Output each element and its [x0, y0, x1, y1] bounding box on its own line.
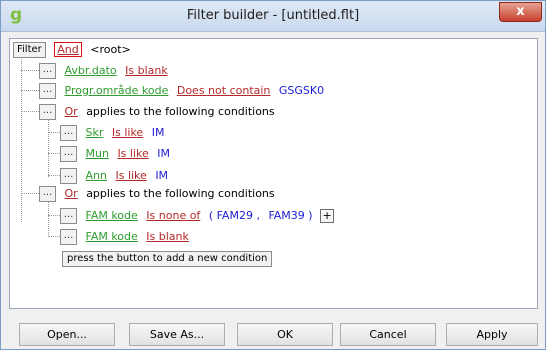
condition-row: ... Mun Is like IM — [60, 145, 170, 163]
add-value-button[interactable]: + — [320, 209, 335, 223]
condition-operator[interactable]: Is blank — [146, 230, 189, 243]
row-menu-button[interactable]: ... — [60, 208, 77, 224]
open-button[interactable]: Open... — [19, 323, 115, 346]
window-title: Filter builder - [untitled.flt] — [186, 8, 360, 23]
condition-field[interactable]: Avbr.dato — [65, 64, 117, 77]
condition-operator[interactable]: Is blank — [125, 64, 168, 77]
condition-value[interactable]: IM — [152, 126, 165, 139]
condition-row: ... Avbr.dato Is blank — [39, 62, 168, 80]
condition-operator[interactable]: Does not contain — [177, 84, 271, 97]
condition-field[interactable]: Ann — [86, 169, 107, 182]
condition-value[interactable]: FAM29 — [217, 209, 253, 222]
save-as-button[interactable]: Save As... — [129, 323, 225, 346]
tree-line — [48, 215, 60, 216]
row-menu-button[interactable]: ... — [60, 168, 77, 184]
row-menu-button[interactable]: ... — [39, 63, 56, 79]
tree-line — [21, 90, 39, 91]
condition-field[interactable]: Skr — [86, 126, 104, 139]
cancel-button[interactable]: Cancel — [340, 323, 436, 346]
condition-operator[interactable]: Is like — [117, 147, 148, 160]
apply-button[interactable]: Apply — [446, 323, 538, 346]
ok-button[interactable]: OK — [237, 323, 333, 346]
root-label: <root> — [90, 43, 131, 56]
title-bar[interactable]: g Filter builder - [untitled.flt] x — [1, 1, 545, 32]
filter-button[interactable]: Filter — [13, 42, 46, 58]
condition-value[interactable]: FAM39 — [268, 209, 304, 222]
group-operator[interactable]: Or — [65, 187, 78, 200]
row-menu-button[interactable]: ... — [39, 186, 56, 202]
condition-operator[interactable]: Is like — [112, 126, 143, 139]
group-operator[interactable]: Or — [65, 105, 78, 118]
filter-tree-panel: Filter And <root> ... Avbr.dato Is blank… — [9, 38, 538, 309]
condition-field[interactable]: FAM kode — [86, 230, 138, 243]
group-label: applies to the following conditions — [86, 187, 275, 200]
tree-line — [21, 70, 39, 71]
open-paren: ( — [208, 209, 214, 222]
root-node: Filter And <root> — [13, 41, 131, 59]
condition-value[interactable]: IM — [155, 169, 168, 182]
tree-line — [48, 175, 60, 176]
condition-field[interactable]: FAM kode — [86, 209, 138, 222]
close-paren: ) — [308, 209, 313, 222]
condition-row: ... FAM kode Is none of ( FAM29 , FAM39 … — [60, 207, 335, 225]
condition-field[interactable]: Progr.område kode — [65, 84, 169, 97]
tree-line — [48, 236, 60, 237]
row-menu-button[interactable]: ... — [39, 104, 56, 120]
tree-line — [21, 111, 39, 112]
tree-line — [48, 153, 60, 154]
condition-value[interactable]: GSGSK0 — [279, 84, 324, 97]
group-row: ... Or applies to the following conditio… — [39, 185, 275, 203]
tree-line — [21, 56, 22, 222]
root-operator[interactable]: And — [54, 42, 82, 57]
add-condition-hint-label[interactable]: press the button to add a new condition — [62, 251, 273, 267]
condition-row: ... Skr Is like IM — [60, 124, 164, 142]
condition-field[interactable]: Mun — [86, 147, 109, 160]
row-menu-button[interactable]: ... — [60, 229, 77, 245]
row-menu-button[interactable]: ... — [60, 125, 77, 141]
condition-operator[interactable]: Is none of — [146, 209, 200, 222]
condition-row: ... FAM kode Is blank — [60, 228, 189, 246]
condition-row: ... Ann Is like IM — [60, 167, 168, 185]
row-menu-button[interactable]: ... — [60, 146, 77, 162]
tree-line — [48, 201, 49, 237]
condition-value[interactable]: IM — [157, 147, 170, 160]
filter-builder-window: g Filter builder - [untitled.flt] x Filt… — [0, 0, 546, 350]
row-menu-button[interactable]: ... — [39, 83, 56, 99]
close-button[interactable]: x — [499, 2, 542, 22]
condition-operator[interactable]: Is like — [115, 169, 146, 182]
group-row: ... Or applies to the following conditio… — [39, 103, 275, 121]
tree-line — [21, 193, 39, 194]
condition-row: ... Progr.område kode Does not contain G… — [39, 82, 324, 100]
add-condition-hint: press the button to add a new condition — [62, 249, 273, 267]
group-label: applies to the following conditions — [86, 105, 275, 118]
tree-line — [48, 119, 49, 177]
tree-line — [48, 132, 60, 133]
value-separator: , — [256, 209, 260, 222]
